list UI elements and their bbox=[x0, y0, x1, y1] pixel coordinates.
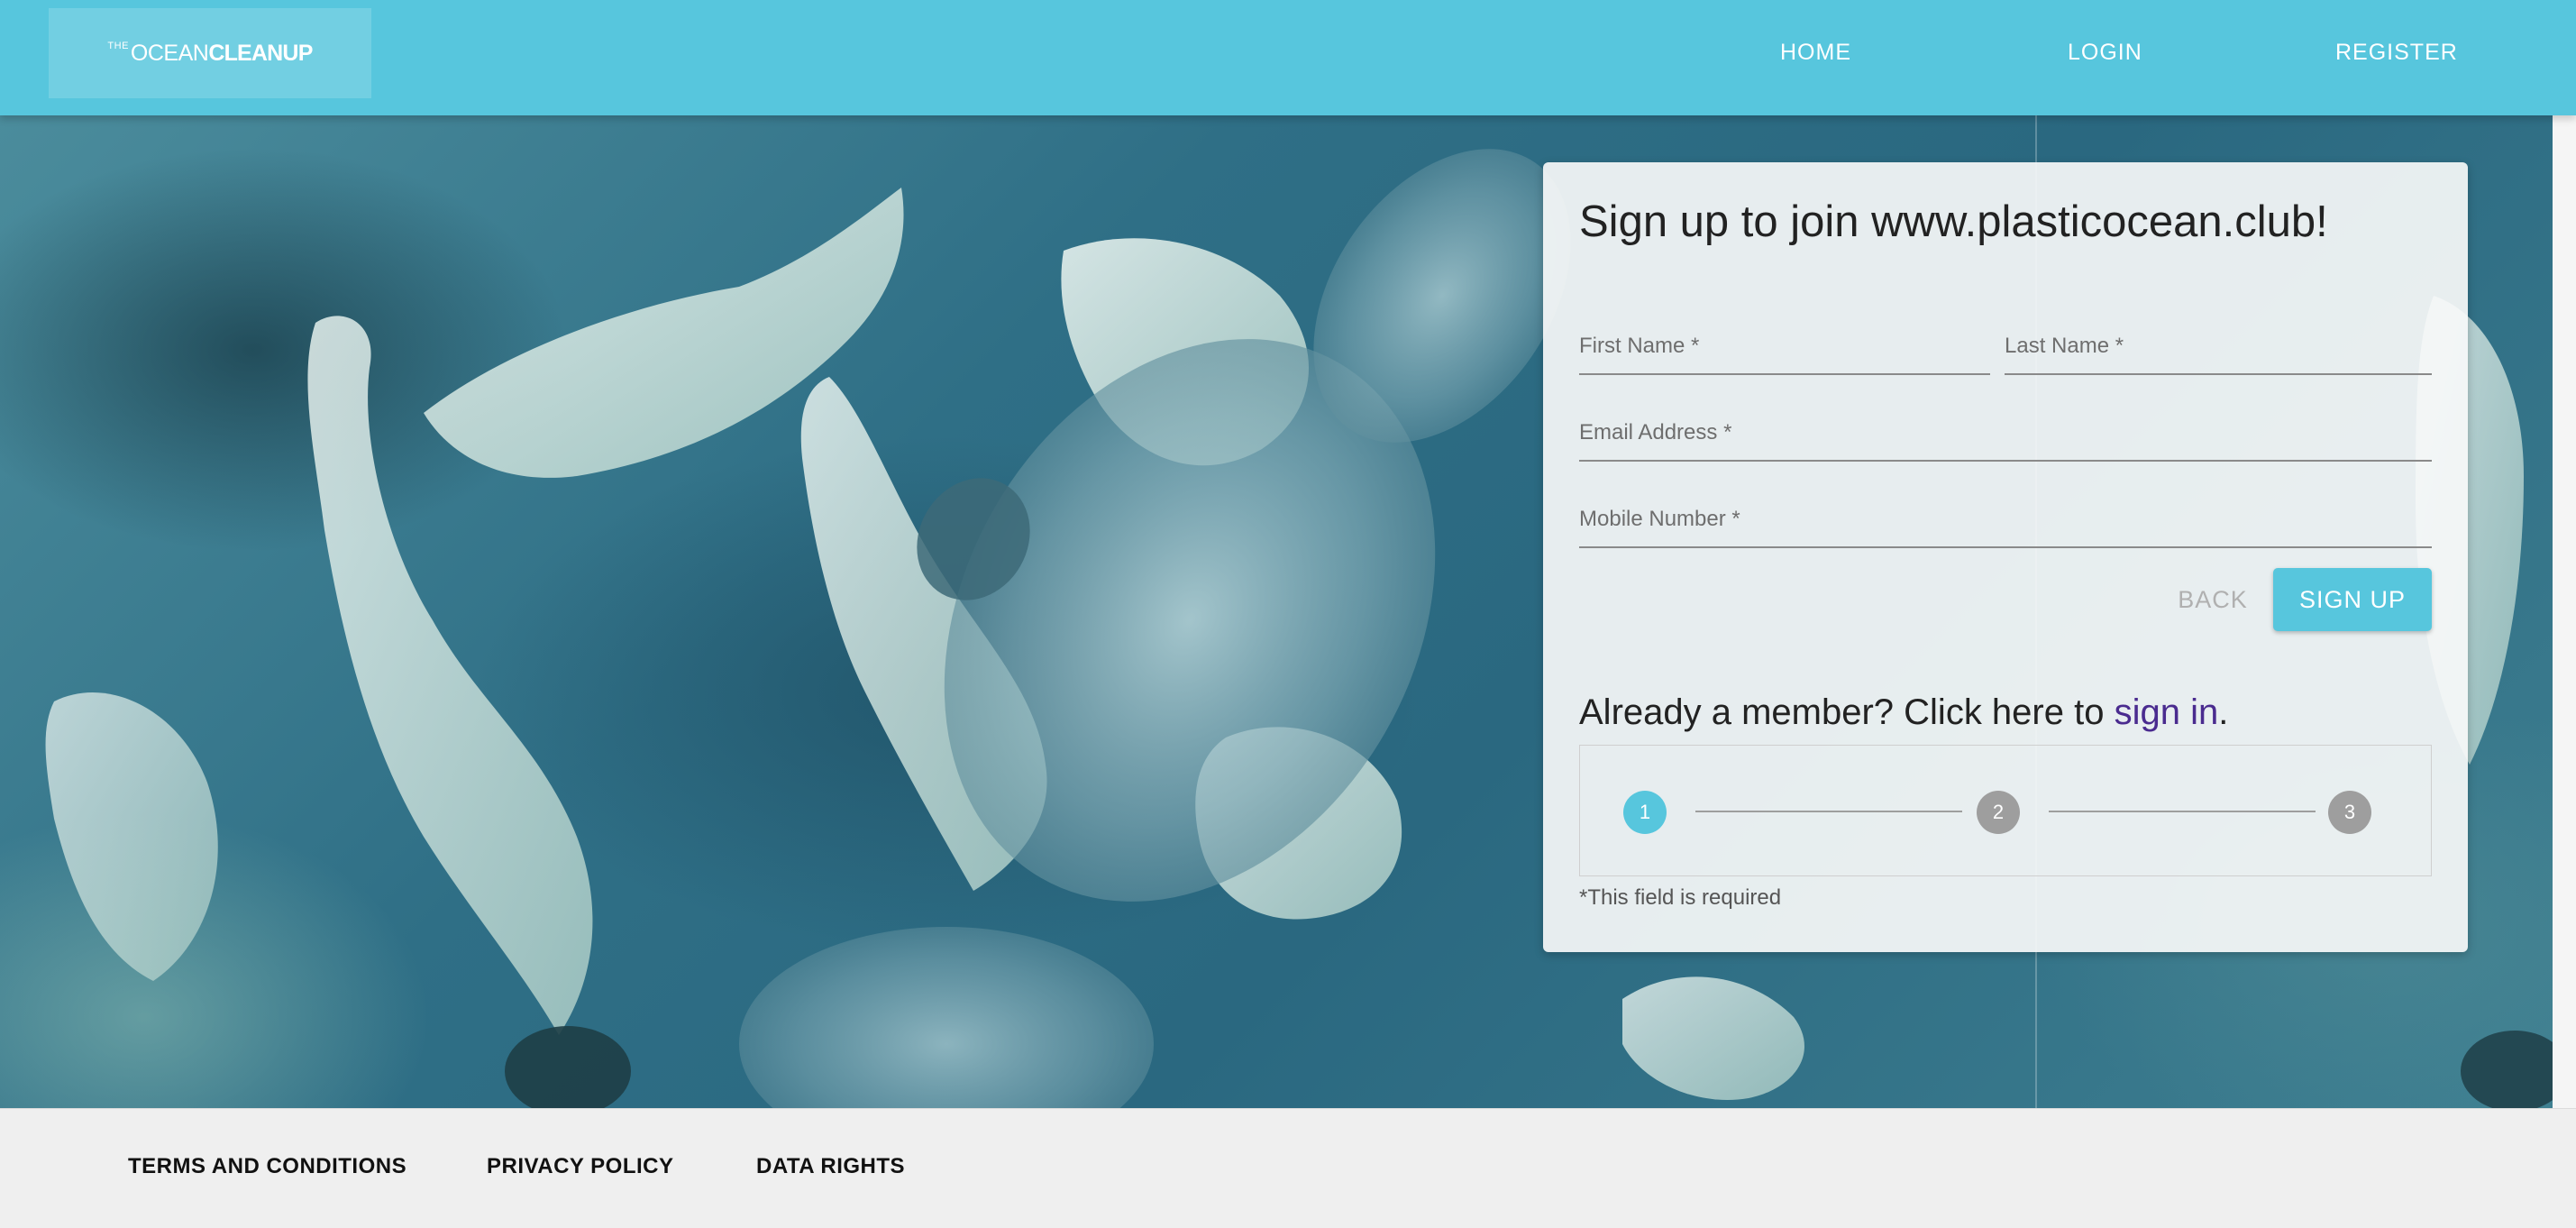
step-connector-1 bbox=[1695, 811, 1962, 812]
email-label: Email Address * bbox=[1579, 420, 1732, 444]
sign-in-link[interactable]: sign in bbox=[2115, 692, 2219, 732]
first-name-label: First Name * bbox=[1579, 334, 1700, 358]
logo-word-ocean: OCEAN bbox=[130, 40, 209, 66]
signup-form-card: Sign up to join www.plasticocean.club! F… bbox=[1543, 162, 2468, 952]
footer-data-rights-link[interactable]: DATA RIGHTS bbox=[756, 1154, 905, 1179]
step-1-indicator: 1 bbox=[1623, 791, 1667, 834]
footer-terms-link[interactable]: TERMS AND CONDITIONS bbox=[128, 1154, 406, 1179]
last-name-label: Last Name * bbox=[2005, 334, 2124, 358]
mobile-number-label: Mobile Number * bbox=[1579, 507, 1740, 531]
nav-login-link[interactable]: LOGIN bbox=[2068, 40, 2142, 66]
page-scrollbar-track[interactable] bbox=[2553, 115, 2576, 1108]
mobile-number-field[interactable]: Mobile Number * bbox=[1579, 498, 2432, 548]
step-3-indicator: 3 bbox=[2328, 791, 2371, 834]
nav-home-link[interactable]: HOME bbox=[1780, 40, 1851, 66]
last-name-field[interactable]: Last Name * bbox=[2005, 325, 2432, 375]
signup-title: Sign up to join www.plasticocean.club! bbox=[1579, 197, 2328, 246]
signup-stepper: 1 2 3 bbox=[1579, 745, 2432, 876]
step-connector-2 bbox=[2049, 811, 2316, 812]
already-member-suffix: . bbox=[2218, 692, 2229, 732]
first-name-field[interactable]: First Name * bbox=[1579, 325, 1990, 375]
back-button[interactable]: BACK bbox=[2163, 568, 2262, 631]
ocean-cleanup-logo[interactable]: THE OCEAN CLEANUP bbox=[49, 8, 371, 98]
logo-prefix: THE bbox=[107, 41, 129, 51]
page-footer: TERMS AND CONDITIONS PRIVACY POLICY DATA… bbox=[0, 1108, 2576, 1228]
already-member-text: Already a member? Click here to sign in. bbox=[1579, 692, 2228, 733]
required-field-note: *This field is required bbox=[1579, 885, 1782, 910]
footer-privacy-link[interactable]: PRIVACY POLICY bbox=[487, 1154, 673, 1179]
nav-register-link[interactable]: REGISTER bbox=[2335, 40, 2458, 66]
email-field[interactable]: Email Address * bbox=[1579, 411, 2432, 462]
logo-word-cleanup: CLEANUP bbox=[208, 40, 313, 66]
already-member-prefix: Already a member? Click here to bbox=[1579, 692, 2115, 732]
sign-up-button[interactable]: SIGN UP bbox=[2273, 568, 2432, 631]
top-app-bar: THE OCEAN CLEANUP HOME LOGIN REGISTER bbox=[0, 0, 2576, 115]
step-2-indicator: 2 bbox=[1977, 791, 2020, 834]
